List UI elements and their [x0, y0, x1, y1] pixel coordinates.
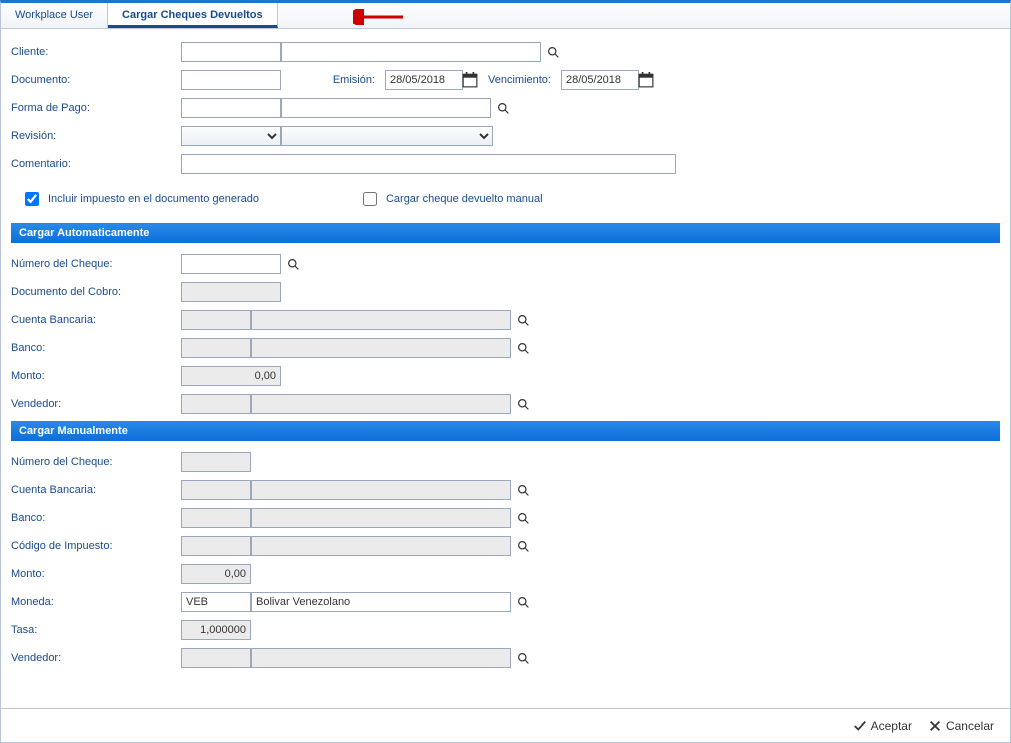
documento-label: Documento: [11, 74, 181, 86]
auto-monto-label: Monto: [11, 370, 181, 382]
manual-vendedor-label: Vendedor: [11, 652, 181, 664]
cancelar-button-label: Cancelar [946, 719, 994, 733]
lookup-icon[interactable] [515, 510, 531, 526]
cliente-label: Cliente: [11, 46, 181, 58]
lookup-icon[interactable] [285, 256, 301, 272]
lookup-icon[interactable] [515, 340, 531, 356]
aceptar-button-label: Aceptar [871, 719, 912, 733]
manual-numcheque-input [181, 452, 251, 472]
cancelar-button[interactable]: Cancelar [920, 715, 1002, 737]
manual-cuenta-name-input [251, 480, 511, 500]
footer-bar: Aceptar Cancelar [1, 708, 1010, 742]
manual-banco-code-input [181, 508, 251, 528]
comentario-input[interactable] [181, 154, 676, 174]
auto-doccobro-input [181, 282, 281, 302]
formapago-label: Forma de Pago: [11, 102, 181, 114]
comentario-label: Comentario: [11, 158, 181, 170]
manual-cuenta-code-input [181, 480, 251, 500]
calendar-icon[interactable] [638, 72, 654, 88]
vencimiento-date-input[interactable] [561, 70, 639, 90]
auto-banco-name-input [251, 338, 511, 358]
manual-tasa-label: Tasa: [11, 624, 181, 636]
lookup-icon[interactable] [515, 396, 531, 412]
emision-date-input[interactable] [385, 70, 463, 90]
auto-doccobro-label: Documento del Cobro: [11, 286, 181, 298]
manual-tasa-input [181, 620, 251, 640]
lookup-icon[interactable] [495, 100, 511, 116]
auto-numcheque-label: Número del Cheque: [11, 258, 181, 270]
auto-cuenta-label: Cuenta Bancaria: [11, 314, 181, 326]
manual-moneda-name-input[interactable] [251, 592, 511, 612]
aceptar-button[interactable]: Aceptar [845, 715, 920, 737]
checkbox-incluir-impuesto-input[interactable] [25, 192, 39, 206]
auto-vendedor-code-input [181, 394, 251, 414]
checkbox-incluir-impuesto[interactable]: Incluir impuesto en el documento generad… [21, 189, 259, 209]
close-icon [928, 719, 942, 733]
manual-monto-label: Monto: [11, 568, 181, 580]
lookup-icon[interactable] [515, 650, 531, 666]
check-icon [853, 719, 867, 733]
manual-banco-name-input [251, 508, 511, 528]
auto-cuenta-code-input [181, 310, 251, 330]
lookup-icon[interactable] [515, 312, 531, 328]
form-body: Cliente: Documento: Emisión: Vencimiento… [1, 29, 1010, 685]
section-manual-header: Cargar Manualmente [11, 421, 1000, 441]
tab-cargar-cheques-devueltos[interactable]: Cargar Cheques Devueltos [108, 3, 278, 28]
lookup-icon[interactable] [545, 44, 561, 60]
checkbox-cargar-manual-label: Cargar cheque devuelto manual [386, 193, 543, 205]
auto-vendedor-name-input [251, 394, 511, 414]
revision-label: Revisión: [11, 130, 181, 142]
lookup-icon[interactable] [515, 482, 531, 498]
section-auto-header: Cargar Automaticamente [11, 223, 1000, 243]
tab-workplace-user[interactable]: Workplace User [1, 3, 108, 28]
formapago-code-input[interactable] [181, 98, 281, 118]
manual-banco-label: Banco: [11, 512, 181, 524]
lookup-icon[interactable] [515, 538, 531, 554]
tab-bar: Workplace User Cargar Cheques Devueltos [1, 3, 1010, 29]
manual-vendedor-name-input [251, 648, 511, 668]
manual-vendedor-code-input [181, 648, 251, 668]
cliente-name-input[interactable] [281, 42, 541, 62]
manual-cuenta-label: Cuenta Bancaria: [11, 484, 181, 496]
revision-select-1[interactable] [181, 126, 281, 146]
emision-label: Emisión: [281, 74, 385, 86]
manual-monto-input [181, 564, 251, 584]
documento-input[interactable] [181, 70, 281, 90]
auto-cuenta-name-input [251, 310, 511, 330]
manual-numcheque-label: Número del Cheque: [11, 456, 181, 468]
vencimiento-label: Vencimiento: [478, 74, 561, 86]
calendar-icon[interactable] [462, 72, 478, 88]
auto-numcheque-input[interactable] [181, 254, 281, 274]
lookup-icon[interactable] [515, 594, 531, 610]
manual-moneda-code-input[interactable] [181, 592, 251, 612]
auto-monto-input [181, 366, 281, 386]
checkbox-cargar-manual-input[interactable] [363, 192, 377, 206]
formapago-name-input[interactable] [281, 98, 491, 118]
manual-codimp-code-input [181, 536, 251, 556]
checkbox-incluir-impuesto-label: Incluir impuesto en el documento generad… [48, 193, 259, 205]
manual-moneda-label: Moneda: [11, 596, 181, 608]
cliente-code-input[interactable] [181, 42, 281, 62]
auto-banco-code-input [181, 338, 251, 358]
checkbox-cargar-manual[interactable]: Cargar cheque devuelto manual [359, 189, 543, 209]
manual-codimp-name-input [251, 536, 511, 556]
revision-select-2[interactable] [281, 126, 493, 146]
auto-banco-label: Banco: [11, 342, 181, 354]
manual-codimp-label: Código de Impuesto: [11, 540, 181, 552]
app-window: Workplace User Cargar Cheques Devueltos … [0, 0, 1011, 743]
auto-vendedor-label: Vendedor: [11, 398, 181, 410]
